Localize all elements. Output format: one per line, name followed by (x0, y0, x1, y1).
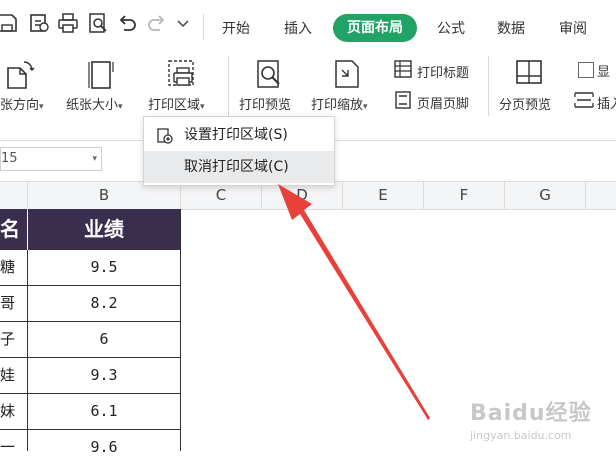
table-cell-score[interactable]: 9.3 (28, 358, 180, 394)
table-cell-name[interactable]: 妹 (0, 394, 27, 430)
table-header-name[interactable]: 名 (0, 209, 27, 250)
name-box[interactable]: 15 ▾ (0, 147, 102, 171)
print-area-icon[interactable] (166, 58, 198, 90)
table-cell-score[interactable]: 9.5 (28, 250, 180, 286)
orientation-icon[interactable] (4, 58, 36, 90)
tab-start[interactable]: 开始 (222, 18, 250, 38)
tab-data[interactable]: 数据 (497, 18, 525, 38)
print-preview-button[interactable]: 打印预览 (239, 94, 291, 113)
print-preview-large-icon[interactable] (254, 58, 284, 90)
print-titles-button[interactable]: 打印标题 (417, 62, 469, 81)
save-icon[interactable] (0, 12, 18, 34)
page-break-preview-icon[interactable] (514, 58, 544, 88)
caret-icon: ▾ (39, 102, 44, 112)
watermark-brand: Baidu经验 (470, 401, 592, 426)
undo-icon[interactable] (116, 12, 138, 34)
table-cell-name[interactable]: 子 (0, 322, 27, 358)
table-cell-score[interactable]: 9.6 (28, 430, 180, 465)
annotation-arrow-icon (278, 184, 430, 420)
tab-insert[interactable]: 插入 (284, 18, 312, 38)
table-cell-score[interactable]: 8.2 (28, 286, 180, 322)
print-preview-icon[interactable] (87, 12, 109, 34)
insert-break-icon[interactable] (573, 90, 595, 110)
print-titles-icon[interactable] (393, 59, 413, 79)
print-area-button[interactable]: 打印区域▾ (148, 94, 205, 113)
tab-formula[interactable]: 公式 (437, 18, 465, 38)
print-area-label: 打印区域 (148, 98, 201, 113)
print-scale-button[interactable]: 打印缩放▾ (311, 94, 368, 113)
column-header-g[interactable]: G (505, 182, 586, 209)
table-cell-name[interactable]: 哥 (0, 286, 27, 322)
header-footer-button[interactable]: 页眉页脚 (417, 93, 469, 112)
caret-icon: ▾ (363, 102, 368, 112)
table-cell-score[interactable]: 6 (28, 322, 180, 358)
caret-icon: ▾ (118, 102, 123, 112)
divider (203, 14, 204, 40)
print-scale-icon[interactable] (332, 58, 362, 90)
show-label: 显 (597, 65, 611, 80)
caret-icon: ▾ (200, 102, 205, 112)
top-bar: 开始 插入 页面布局 公式 数据 审阅 (0, 0, 616, 50)
tab-page-layout[interactable]: 页面布局 (333, 14, 417, 42)
print-icon[interactable] (57, 12, 79, 34)
column-header-b[interactable]: B (28, 182, 181, 209)
insert-break-button[interactable]: 插入 (597, 93, 616, 112)
divider (228, 56, 229, 116)
table-cell-name[interactable]: 娃 (0, 358, 27, 394)
orientation-button[interactable]: 张方向▾ (0, 94, 44, 113)
table-cell-name[interactable]: 一 (0, 430, 27, 465)
print-scale-label: 打印缩放 (311, 98, 364, 113)
paper-size-button[interactable]: 纸张大小▾ (66, 94, 123, 113)
tab-review[interactable]: 审阅 (559, 18, 587, 38)
divider (488, 56, 489, 116)
table-cell-name[interactable]: 糖 (0, 250, 27, 286)
watermark: Baidu经验 jingyan.baidu.com (470, 395, 610, 445)
redo-icon[interactable] (146, 12, 168, 34)
watermark-url: jingyan.baidu.com (470, 429, 572, 442)
header-footer-icon[interactable] (393, 90, 413, 110)
set-print-area-menu-item[interactable]: 设置打印区域(S) (144, 119, 334, 151)
name-box-value: 15 (1, 151, 18, 166)
show-checkbox[interactable] (578, 62, 594, 78)
paper-size-label: 纸张大小 (66, 98, 119, 113)
set-print-area-label: 设置打印区域(S) (184, 127, 288, 143)
table-cell-score[interactable]: 6.1 (28, 394, 180, 430)
ribbon: 张方向▾ 纸张大小▾ 打印区域▾ 打印预览 打印缩放▾ 打印标题 页眉页脚 分页… (0, 50, 616, 120)
pdf-export-icon[interactable] (28, 12, 50, 34)
name-box-dropdown-icon[interactable]: ▾ (92, 148, 97, 170)
more-icon[interactable] (176, 18, 190, 30)
orientation-label: 张方向 (0, 98, 40, 113)
table-border (180, 209, 181, 451)
set-print-area-icon (157, 128, 173, 144)
table-header-score[interactable]: 业绩 (28, 209, 180, 250)
column-header-a[interactable] (0, 182, 28, 209)
column-header-c[interactable]: C (181, 182, 262, 209)
page-break-preview-button[interactable]: 分页预览 (499, 94, 551, 113)
paper-size-icon[interactable] (86, 58, 116, 90)
